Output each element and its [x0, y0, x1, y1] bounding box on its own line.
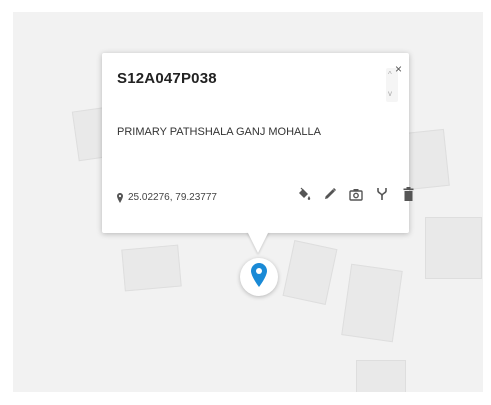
trash-icon[interactable]: [401, 186, 415, 202]
scroll-down-icon[interactable]: v: [388, 90, 392, 98]
scroll-up-icon[interactable]: ^: [388, 71, 392, 79]
map-marker[interactable]: [240, 258, 278, 296]
popup-subtitle: PRIMARY PATHSHALA GANJ MOHALLA: [117, 126, 321, 138]
location-pin-icon: [117, 192, 123, 203]
popup-pointer: [247, 231, 269, 253]
map-building: [282, 240, 338, 305]
close-icon[interactable]: ×: [395, 63, 402, 75]
fork-icon[interactable]: [375, 186, 389, 202]
camera-icon[interactable]: [349, 186, 363, 202]
popup-actions: [297, 186, 415, 202]
paint-bucket-icon[interactable]: [297, 186, 311, 202]
frame: S12A047P038 ^ v × PRIMARY PATHSHALA GANJ…: [0, 0, 491, 405]
coordinates-row: 25.02276, 79.23777: [117, 192, 217, 203]
map-pin-icon: [251, 262, 267, 292]
map-building: [341, 263, 403, 343]
info-popup: S12A047P038 ^ v × PRIMARY PATHSHALA GANJ…: [102, 53, 413, 233]
map-building: [356, 360, 406, 392]
pencil-icon[interactable]: [323, 186, 337, 202]
popup-title: S12A047P038: [117, 70, 217, 87]
coordinates-text: 25.02276, 79.23777: [128, 192, 217, 203]
map-building: [425, 217, 482, 279]
map-building: [121, 244, 182, 292]
